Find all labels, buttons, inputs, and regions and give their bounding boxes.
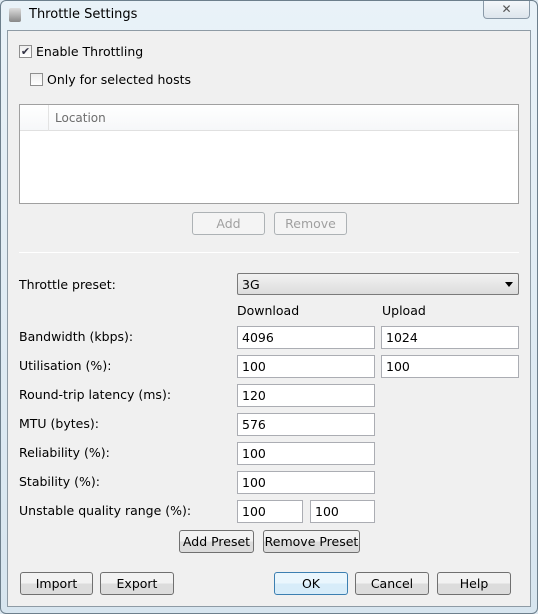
enable-throttling-label[interactable]: Enable Throttling <box>36 44 143 59</box>
unstable-range-max-input[interactable]: 100 <box>310 500 375 523</box>
close-button[interactable]: ✕ <box>483 1 530 19</box>
location-column-header[interactable]: Location <box>55 111 106 125</box>
preset-value: 3G <box>242 277 260 292</box>
header-blank-cell <box>20 105 49 131</box>
help-button[interactable]: Help <box>437 572 511 595</box>
latency-input[interactable]: 120 <box>237 384 375 407</box>
preset-label: Throttle preset: <box>19 277 116 292</box>
utilisation-label: Utilisation (%): <box>19 358 112 373</box>
download-header: Download <box>237 303 300 318</box>
list-header: Location <box>20 105 518 131</box>
bandwidth-upload-input[interactable]: 1024 <box>381 326 519 349</box>
chevron-down-icon <box>505 282 513 287</box>
cancel-button[interactable]: Cancel <box>355 572 429 595</box>
bandwidth-label: Bandwidth (kbps): <box>19 329 134 344</box>
stability-input[interactable]: 100 <box>237 471 375 494</box>
unstable-range-label: Unstable quality range (%): <box>19 503 192 518</box>
divider <box>19 252 519 253</box>
add-host-button[interactable]: Add <box>192 212 265 235</box>
reliability-input[interactable]: 100 <box>237 442 375 465</box>
add-preset-button[interactable]: Add Preset <box>179 530 254 553</box>
import-button[interactable]: Import <box>20 572 93 595</box>
enable-throttling-checkbox[interactable]: ✔ <box>19 45 32 58</box>
bandwidth-download-input[interactable]: 4096 <box>237 326 375 349</box>
remove-preset-button[interactable]: Remove Preset <box>263 530 360 553</box>
upload-header: Upload <box>382 303 426 318</box>
export-button[interactable]: Export <box>100 572 174 595</box>
unstable-range-min-input[interactable]: 100 <box>237 500 303 523</box>
only-selected-hosts-label[interactable]: Only for selected hosts <box>47 72 191 87</box>
stability-label: Stability (%): <box>19 474 100 489</box>
reliability-label: Reliability (%): <box>19 445 110 460</box>
utilisation-upload-input[interactable]: 100 <box>381 355 519 378</box>
mtu-label: MTU (bytes): <box>19 416 99 431</box>
utilisation-download-input[interactable]: 100 <box>237 355 375 378</box>
app-icon <box>9 8 21 22</box>
latency-label: Round-trip latency (ms): <box>19 387 172 402</box>
remove-host-button[interactable]: Remove <box>274 212 347 235</box>
ok-button[interactable]: OK <box>274 572 348 595</box>
hosts-list[interactable]: Location <box>19 104 519 204</box>
mtu-input[interactable]: 576 <box>237 413 375 436</box>
preset-select[interactable]: 3G <box>237 273 519 295</box>
only-selected-hosts-checkbox[interactable] <box>30 73 43 86</box>
window-title: Throttle Settings <box>29 7 138 22</box>
